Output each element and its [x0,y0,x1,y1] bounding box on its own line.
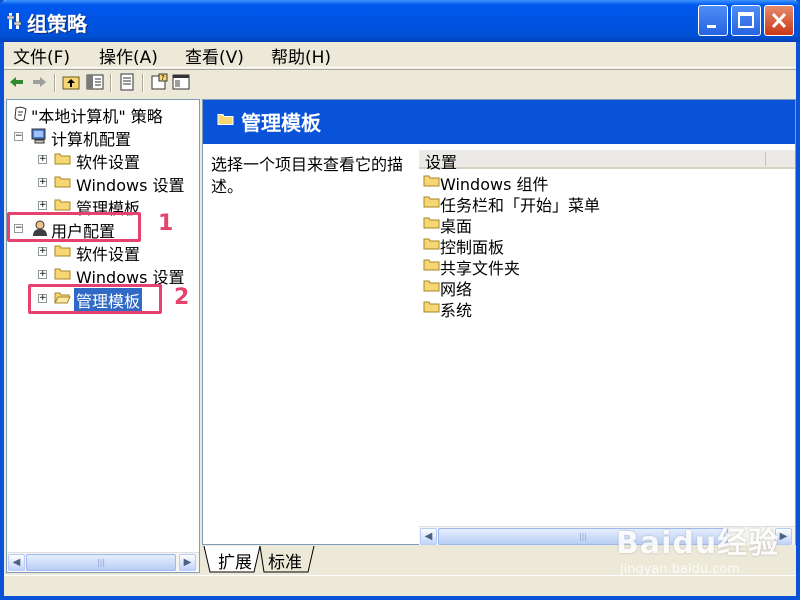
expand-icon[interactable]: + [38,270,47,279]
close-icon [771,12,787,29]
group-policy-window: 组策略 文件(F) 操作(A) 查看(V) 帮助(H) ? "本地计算机" 策略… [0,0,800,600]
close-button[interactable] [764,5,794,36]
tree-root-label: "本地计算机" 策略 [31,107,163,126]
title-bar[interactable]: 组策略 [0,0,800,42]
folder-icon [54,176,71,188]
minimize-icon [707,25,716,28]
expand-icon[interactable]: + [38,155,47,164]
console-tree: "本地计算机" 策略 − 计算机配置 + 软件设置 + Windows 设置 +… [6,99,200,573]
folder-icon [54,245,71,257]
scroll-right-button[interactable]: ▶ [179,554,196,571]
tree-label: 计算机配置 [51,130,132,149]
collapse-icon[interactable]: − [14,132,23,141]
svg-text:?: ? [161,74,165,82]
maximize-button[interactable] [731,5,761,36]
expand-icon[interactable]: + [38,178,47,187]
folder-icon [423,175,440,187]
tab-standard[interactable]: 标准 [264,548,306,574]
details-title: 管理模板 [241,111,321,135]
folder-icon [54,268,71,280]
details-pane: 管理模板 选择一个项目来查看它的描述。 设置 Windows 组件 任务栏和「开… [202,99,796,545]
folder-icon [423,301,440,313]
expand-icon[interactable]: + [38,201,47,210]
tree-horizontal-scrollbar[interactable]: ◀ ||| ▶ [7,552,199,571]
up-folder-icon[interactable] [62,73,80,91]
toolbar-separator [110,74,112,92]
toolbar-separator [54,74,56,92]
export-list-icon[interactable] [118,73,136,91]
tab-extended[interactable]: 扩展 [214,548,256,574]
computer-icon [31,128,46,144]
list-item-label: 系统 [440,301,473,320]
scroll-left-button[interactable]: ◀ [420,528,437,545]
toolbar: ? [4,69,796,95]
window-title: 组策略 [27,12,87,36]
folder-icon [423,196,440,208]
menu-bar: 文件(F) 操作(A) 查看(V) 帮助(H) [4,42,796,68]
folder-icon [54,153,71,165]
column-header-setting[interactable]: 设置 [419,150,795,172]
scroll-left-button[interactable]: ◀ [8,554,25,571]
tree-label: Windows 设置 [76,176,185,195]
watermark-url: jingyan.baidu.com [620,562,740,577]
column-divider[interactable] [765,152,766,166]
folder-icon [423,217,440,229]
policy-scroll-icon [14,106,27,122]
description-text: 选择一个项目来查看它的描述。 [211,155,404,196]
annotation-box-1 [7,212,141,242]
show-hide-tree-icon[interactable] [86,73,104,91]
folder-icon [217,114,234,125]
annotation-number-2: 2 [174,285,190,310]
minimize-button[interactable] [698,5,728,36]
annotation-number-1: 1 [158,211,174,236]
expand-icon[interactable]: + [38,247,47,256]
annotation-box-2 [28,284,162,314]
folder-icon [423,238,440,250]
help-icon[interactable] [172,73,190,91]
baidu-watermark: Baidu经验 jingyan.baidu.com [616,518,780,577]
scroll-thumb[interactable]: ||| [26,554,176,571]
details-header: 管理模板 [203,100,795,144]
menu-action[interactable]: 操作(A) [99,43,158,68]
maximize-icon [738,12,754,28]
forward-icon[interactable] [30,73,48,91]
tree-label: 软件设置 [76,153,141,172]
column-header-label: 设置 [425,153,458,172]
menu-view[interactable]: 查看(V) [185,43,244,68]
tree-label: 软件设置 [76,245,141,264]
properties-icon[interactable]: ? [150,73,168,91]
folder-icon [423,280,440,292]
group-policy-app-icon [6,13,22,29]
folder-icon [54,199,71,211]
menu-file[interactable]: 文件(F) [13,43,70,68]
status-bar [4,575,796,596]
watermark-logo-text: Baidu经验 [616,526,780,561]
toolbar-separator [142,74,144,92]
menu-help[interactable]: 帮助(H) [271,43,331,68]
folder-icon [423,259,440,271]
back-icon[interactable] [8,73,26,91]
